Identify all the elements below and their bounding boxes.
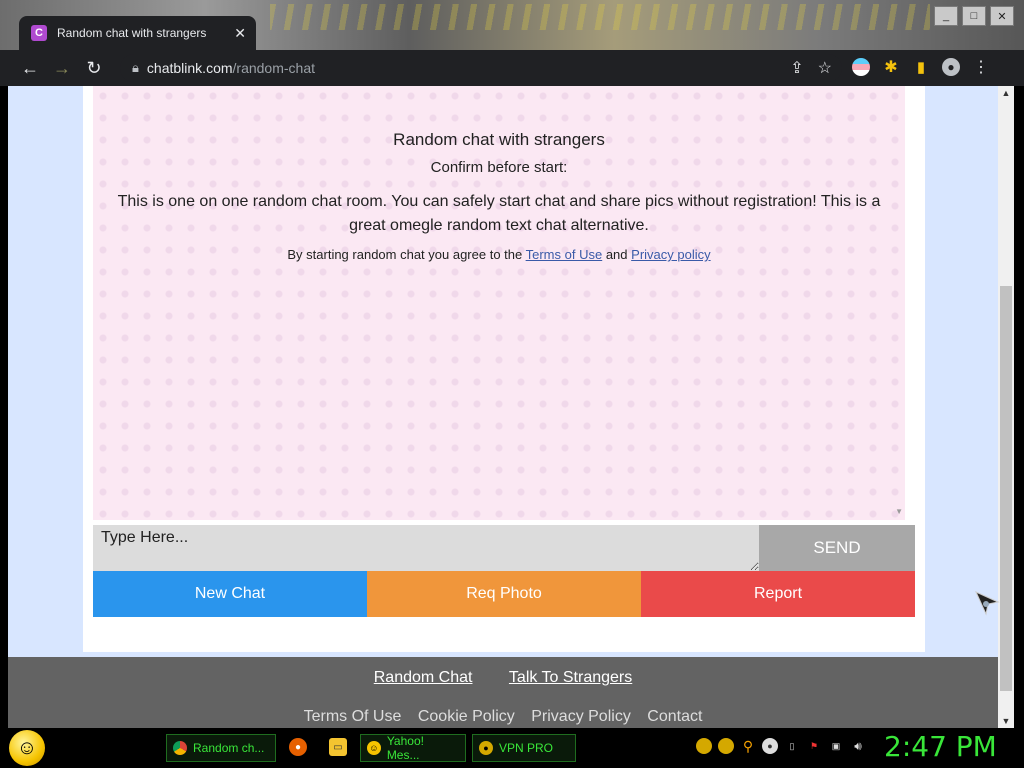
bookmark-star-icon[interactable]: ☆ xyxy=(818,58,832,78)
chat-title: Random chat with strangers xyxy=(393,130,605,149)
tray-search-icon[interactable]: ⚲ xyxy=(740,738,756,754)
scroll-down-icon[interactable]: ▼ xyxy=(998,716,1014,726)
extension-flag-icon[interactable] xyxy=(852,58,870,76)
side-panel-icon[interactable]: ▮ xyxy=(912,58,930,76)
taskbar-clock: 2:47 PM xyxy=(884,730,997,763)
yahoo-messenger-icon: ☺ xyxy=(367,741,381,755)
taskbar: ☺ Random ch... ● ▭ ☺ Yahoo! Mes... ● VPN… xyxy=(0,728,1024,768)
tray-volume-icon[interactable]: 🔊︎ xyxy=(850,738,866,754)
footer-link-terms[interactable]: Terms Of Use xyxy=(304,708,402,725)
footer-link-privacy[interactable]: Privacy Policy xyxy=(531,708,631,725)
system-tray: ⚲ ● ▯ ⚑ ▣ 🔊︎ xyxy=(696,738,866,754)
tab-close-icon[interactable]: ✕ xyxy=(234,25,246,42)
titlebar-wallpaper xyxy=(270,4,930,30)
site-footer: Random Chat Talk To Strangers Terms Of U… xyxy=(8,657,998,728)
footer-link-random-chat[interactable]: Random Chat xyxy=(374,669,473,686)
new-chat-button[interactable]: New Chat xyxy=(93,571,367,617)
chat-description: This is one on one random chat room. You… xyxy=(117,193,881,234)
tray-app-icon[interactable]: ▯ xyxy=(784,738,800,754)
scroll-thumb[interactable] xyxy=(1000,286,1012,691)
tray-vpn-icon[interactable] xyxy=(696,738,712,754)
window-titlebar: C Random chat with strangers ✕ _ □ ✕ xyxy=(0,0,1024,50)
agreement-text: By starting random chat you agree to the… xyxy=(287,247,711,262)
chat-container: Random chat with strangers Confirm befor… xyxy=(83,86,925,652)
chat-actions: New Chat Req Photo Report xyxy=(93,571,915,617)
address-bar[interactable]: 🔒︎ chatblink.com/random-chat ⇪ ☆ xyxy=(120,54,842,82)
chrome-icon xyxy=(173,741,187,755)
reload-icon[interactable]: ↻ xyxy=(78,58,110,79)
tab-title: Random chat with strangers xyxy=(57,26,207,40)
smiley-start-icon[interactable]: ☺ xyxy=(9,730,45,766)
mouse-cursor-icon xyxy=(974,590,1000,616)
message-input[interactable] xyxy=(93,525,759,571)
minimize-icon[interactable]: _ xyxy=(934,6,958,26)
url-text[interactable]: chatblink.com/random-chat xyxy=(147,60,315,76)
folder-icon[interactable]: ▭ xyxy=(329,738,347,756)
vpn-icon: ● xyxy=(479,741,493,755)
confirm-text: Confirm before start: xyxy=(430,159,568,176)
chat-message-area: Random chat with strangers Confirm befor… xyxy=(93,86,905,520)
taskbar-item-chrome[interactable]: Random ch... xyxy=(166,734,276,762)
chatblink-favicon-icon: C xyxy=(31,25,47,41)
tray-chat-icon[interactable]: ● xyxy=(762,738,778,754)
footer-link-talk-to-strangers[interactable]: Talk To Strangers xyxy=(509,669,632,686)
scroll-up-icon[interactable]: ▲ xyxy=(998,88,1014,98)
browser-tab[interactable]: C Random chat with strangers ✕ xyxy=(19,16,256,50)
lock-icon: 🔒︎ xyxy=(132,60,139,75)
page-viewport: Random chat with strangers Confirm befor… xyxy=(8,86,998,728)
close-window-icon[interactable]: ✕ xyxy=(990,6,1014,26)
send-button[interactable]: SEND xyxy=(759,525,915,571)
window-border xyxy=(1014,86,1024,728)
chat-scroll-down-icon[interactable]: ▼ xyxy=(895,507,903,516)
back-arrow-icon[interactable]: ← xyxy=(14,58,46,79)
terms-of-use-link[interactable]: Terms of Use xyxy=(526,247,603,262)
taskbar-item-yahoo[interactable]: ☺ Yahoo! Mes... xyxy=(360,734,466,762)
message-input-row: SEND xyxy=(93,525,915,571)
puzzle-extensions-icon[interactable]: ✱ xyxy=(882,58,900,76)
taskbar-item-vpn[interactable]: ● VPN PRO xyxy=(472,734,576,762)
share-icon[interactable]: ⇪ xyxy=(790,58,803,78)
browser-toolbar: ← → ↻ 🔒︎ chatblink.com/random-chat ⇪ ☆ ✱… xyxy=(0,50,1024,86)
tray-flag-icon[interactable]: ⚑ xyxy=(806,738,822,754)
forward-arrow-icon[interactable]: → xyxy=(46,58,78,79)
footer-link-contact[interactable]: Contact xyxy=(647,708,702,725)
privacy-policy-link[interactable]: Privacy policy xyxy=(631,247,710,262)
profile-avatar-icon[interactable]: ● xyxy=(942,58,960,76)
extension-area: ✱ ▮ ● ⋮ xyxy=(852,58,990,76)
report-button[interactable]: Report xyxy=(641,571,915,617)
footer-link-cookie[interactable]: Cookie Policy xyxy=(418,708,515,725)
req-photo-button[interactable]: Req Photo xyxy=(367,571,641,617)
firefox-icon[interactable]: ● xyxy=(289,738,307,756)
page-scrollbar[interactable]: ▲ ▼ xyxy=(998,86,1014,728)
menu-kebab-icon[interactable]: ⋮ xyxy=(972,58,990,76)
maximize-icon[interactable]: □ xyxy=(962,6,986,26)
window-controls: _ □ ✕ xyxy=(934,6,1014,26)
tray-network-icon[interactable]: ▣ xyxy=(828,738,844,754)
tray-vpn-icon-2[interactable] xyxy=(718,738,734,754)
